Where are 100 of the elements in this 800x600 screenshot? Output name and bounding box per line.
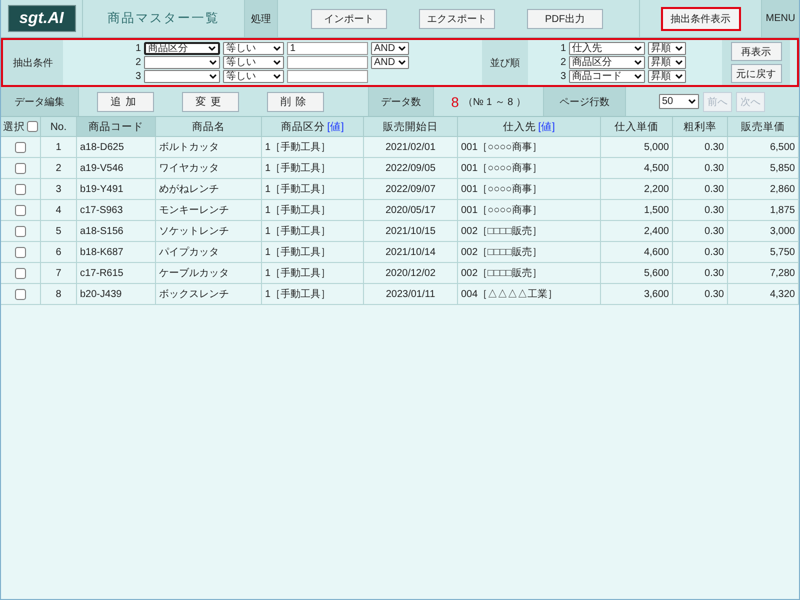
table-cell: 2021/10/15 (364, 221, 458, 242)
table-cell: 1［手動工具］ (262, 284, 364, 305)
table-cell: 1［手動工具］ (262, 263, 364, 284)
chevron-down-icon (273, 74, 281, 79)
table-cell: めがねレンチ (156, 179, 262, 200)
chevron-down-icon (634, 60, 642, 65)
table-cell: 1,875 (728, 200, 799, 221)
table-cell: 4 (41, 200, 77, 221)
table-cell: ケーブルカッタ (156, 263, 262, 284)
record-range: （№ 1 ～ 8 ） (462, 96, 526, 108)
row-checkbox[interactable] (15, 246, 26, 258)
action-button[interactable]: エクスポート (419, 8, 495, 28)
table-cell: パイプカッタ (156, 242, 262, 263)
table-cell: a19-V546 (77, 158, 156, 179)
row-number: 2 (559, 57, 566, 68)
table-cell: 1［手動工具］ (262, 221, 364, 242)
table-cell: 8 (41, 284, 77, 305)
table-cell: 5,750 (728, 242, 799, 263)
row-checkbox[interactable] (15, 204, 26, 216)
table-cell: 0.30 (673, 179, 728, 200)
table-cell: ワイヤカッタ (156, 158, 262, 179)
chevron-down-icon (675, 60, 683, 65)
table-cell: 3,000 (728, 221, 799, 242)
section-label: 並び順 (482, 40, 528, 85)
table-cell: b20-J439 (77, 284, 156, 305)
table-cell: c17-S963 (77, 200, 156, 221)
table-cell: 2,200 (601, 179, 673, 200)
column-label: 商品区分 (281, 120, 326, 134)
table-cell: 7 (41, 263, 77, 284)
value-input[interactable] (287, 56, 368, 69)
chevron-down-icon (675, 74, 683, 79)
conjunction-select[interactable]: AND (371, 56, 409, 69)
table-cell: モンキーレンチ (156, 200, 262, 221)
row-checkbox[interactable] (15, 162, 26, 174)
section-label: 処理 (245, 0, 278, 37)
value-link[interactable]: [値] (327, 120, 344, 134)
operator-select[interactable]: 等しい (223, 56, 284, 69)
table-cell: 6 (41, 242, 77, 263)
value-input[interactable]: 1 (287, 42, 368, 55)
table-cell: 5,850 (728, 158, 799, 179)
table-cell: 0.30 (673, 284, 728, 305)
sort-field-select[interactable]: 商品コード (569, 70, 645, 83)
edit-button[interactable]: 追加 (97, 92, 154, 112)
table-cell: 2022/09/05 (364, 158, 458, 179)
sort-order-select[interactable]: 昇順 (648, 42, 686, 55)
chevron-down-icon (273, 60, 281, 65)
row-checkbox[interactable] (15, 184, 26, 194)
table-cell: 1,500 (601, 200, 673, 221)
page-title: 商品マスター一覧 (108, 10, 220, 27)
column-label: 選択 (3, 120, 25, 134)
sort-order-select[interactable]: 昇順 (648, 56, 686, 69)
conjunction-select[interactable]: AND (371, 42, 409, 55)
chevron-down-icon (209, 60, 217, 65)
section-label: データ数 (369, 87, 434, 116)
table-cell: 2020/12/02 (364, 263, 458, 284)
table-cell: 1［手動工具］ (262, 179, 364, 200)
table-cell: 0.30 (673, 263, 728, 284)
sort-field-select[interactable]: 仕入先 (569, 42, 645, 55)
menu-button[interactable]: MENU (762, 0, 799, 37)
row-checkbox[interactable] (15, 226, 26, 236)
table-cell: a18-S156 (77, 221, 156, 242)
table-cell: 0.30 (673, 221, 728, 242)
operator-select[interactable]: 等しい (223, 42, 284, 55)
table-cell: 0.30 (673, 158, 728, 179)
action-button[interactable]: インポート (311, 8, 387, 28)
edit-button[interactable]: 削除 (267, 92, 324, 112)
table-cell: 2,860 (728, 179, 799, 200)
table-cell: 1 (41, 137, 77, 158)
record-count: 8 (451, 94, 459, 110)
row-checkbox[interactable] (15, 268, 26, 278)
table-cell: 7,280 (728, 263, 799, 284)
page-size-select[interactable]: 50 (659, 94, 699, 109)
select-all-checkbox[interactable] (27, 121, 38, 132)
field-select[interactable] (144, 70, 220, 83)
filter-toggle-button[interactable]: 抽出条件表示 (660, 6, 740, 30)
section-label: データ編集 (1, 87, 79, 116)
value-link[interactable]: [値] (538, 120, 555, 134)
row-checkbox[interactable] (15, 142, 26, 152)
table-cell: 2023/01/11 (364, 284, 458, 305)
table-cell: 4,600 (601, 242, 673, 263)
value-input[interactable] (287, 70, 368, 83)
sort-order-select[interactable]: 昇順 (648, 70, 686, 83)
table-cell: 002［□□□□販売］ (458, 242, 601, 263)
table-cell: ボルトカッタ (156, 137, 262, 158)
field-select[interactable] (144, 56, 220, 69)
row-checkbox[interactable] (15, 288, 26, 300)
column-label: 仕入先 (503, 120, 536, 134)
action-button[interactable]: PDF出力 (527, 8, 603, 28)
table-cell: 001［○○○○商事］ (458, 158, 601, 179)
panel-button[interactable]: 元に戻す (730, 64, 782, 83)
operator-select[interactable]: 等しい (223, 70, 284, 83)
table-cell: 0.30 (673, 200, 728, 221)
table-cell: 0.30 (673, 137, 728, 158)
table-cell: 2 (41, 158, 77, 179)
section-label: 抽出条件 (3, 40, 63, 85)
sort-field-select[interactable]: 商品区分 (569, 56, 645, 69)
table-cell: 2022/09/07 (364, 179, 458, 200)
panel-button[interactable]: 再表示 (730, 42, 782, 61)
table-cell: 004［△△△△工業］ (458, 284, 601, 305)
edit-button[interactable]: 変更 (182, 92, 239, 112)
